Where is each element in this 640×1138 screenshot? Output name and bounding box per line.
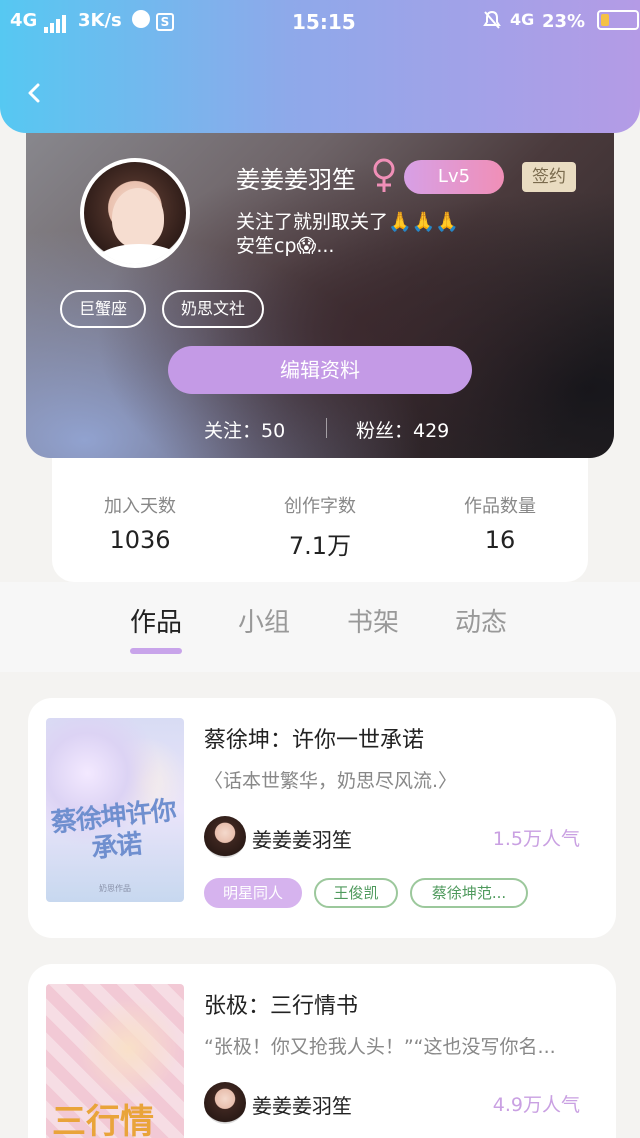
stats-card: 加入天数 1036 创作字数 7.1万 作品数量 16 bbox=[52, 440, 588, 582]
book-title[interactable]: 蔡徐坤：许你一世承诺 bbox=[204, 722, 424, 754]
author-name: 姜姜姜羽笙 bbox=[252, 828, 352, 852]
female-icon bbox=[373, 158, 395, 192]
status-bar: 4G 3K/s S 15:15 4G 23% bbox=[0, 0, 640, 44]
cover-title: 三行情书 bbox=[52, 1102, 154, 1138]
username: 姜姜姜羽笙 bbox=[236, 166, 356, 194]
battery-icon bbox=[597, 10, 640, 30]
stat-work-count: 作品数量 16 bbox=[420, 492, 580, 554]
battery-percent: 23% bbox=[542, 11, 586, 32]
top-header: 4G 3K/s S 15:15 4G 23% bbox=[0, 0, 640, 133]
tab-groups[interactable]: 小组 bbox=[238, 602, 290, 639]
stat-word-count: 创作字数 7.1万 bbox=[240, 492, 400, 561]
stat-label: 作品数量 bbox=[464, 496, 536, 517]
author-avatar bbox=[204, 1082, 246, 1124]
book-description: “张极！你又抢我人头！”“这也没写你名... bbox=[204, 1036, 556, 1058]
stat-label: 创作字数 bbox=[284, 496, 356, 517]
follow-divider bbox=[326, 418, 327, 438]
sim-icon: S bbox=[156, 10, 174, 31]
bio-line-2: 安笙cp😱... bbox=[236, 235, 335, 257]
mute-icon bbox=[482, 10, 502, 35]
cover-title: 蔡徐坤许你承诺 bbox=[49, 795, 178, 865]
browser-icon bbox=[132, 10, 151, 28]
profile-tag-club[interactable]: 奶思文社 bbox=[162, 290, 264, 328]
chevron-left-icon[interactable] bbox=[24, 82, 46, 104]
popularity: 1.5万人气 bbox=[492, 828, 580, 850]
level-badge: Lv5 bbox=[404, 160, 504, 194]
profile-tag-zodiac[interactable]: 巨蟹座 bbox=[60, 290, 146, 328]
follow-row: 关注：50 粉丝：429 bbox=[26, 410, 614, 446]
stat-label: 加入天数 bbox=[104, 496, 176, 517]
edit-profile-button[interactable]: 编辑资料 bbox=[168, 346, 472, 394]
author-avatar bbox=[204, 816, 246, 858]
profile-card: 姜姜姜羽笙 Lv5 签约 关注了就别取关了🙏🙏🙏 安笙cp😱... 巨蟹座 奶思… bbox=[26, 110, 614, 458]
book-title[interactable]: 张极：三行情书 bbox=[204, 988, 358, 1020]
popularity: 4.9万人气 bbox=[492, 1094, 580, 1116]
stat-value: 16 bbox=[484, 526, 516, 554]
book-tag[interactable]: 明星同人 bbox=[204, 878, 302, 908]
cover-brand: 奶思作品 bbox=[99, 884, 131, 893]
bio: 关注了就别取关了🙏🙏🙏 安笙cp😱... bbox=[236, 210, 536, 258]
avatar[interactable] bbox=[80, 158, 190, 268]
network-indicator: 4G bbox=[10, 10, 68, 33]
signal-icon bbox=[43, 12, 68, 33]
tab-activity[interactable]: 动态 bbox=[455, 602, 507, 639]
stat-value: 1036 bbox=[109, 526, 171, 554]
signed-badge: 签约 bbox=[522, 162, 576, 192]
book-card[interactable]: 三行情书 张极：三行情书 “张极！你又抢我人头！”“这也没写你名... 姜姜姜羽… bbox=[28, 964, 616, 1138]
followers-count[interactable]: 粉丝：429 bbox=[356, 416, 449, 443]
book-tag[interactable]: 蔡徐坤范... bbox=[410, 878, 528, 908]
book-description: 〈话本世繁华，奶思尽风流.〉 bbox=[204, 770, 458, 792]
tab-works[interactable]: 作品 bbox=[130, 602, 182, 639]
following-count[interactable]: 关注：50 bbox=[204, 416, 285, 443]
tab-indicator bbox=[130, 648, 182, 654]
book-cover[interactable]: 三行情书 bbox=[46, 984, 184, 1138]
stat-join-days: 加入天数 1036 bbox=[60, 492, 220, 554]
network-type: 4G bbox=[10, 10, 38, 31]
speed-indicator: 3K/s bbox=[78, 10, 151, 31]
book-card[interactable]: 蔡徐坤许你承诺 奶思作品 蔡徐坤：许你一世承诺 〈话本世繁华，奶思尽风流.〉 姜… bbox=[28, 698, 616, 938]
author-name: 姜姜姜羽笙 bbox=[252, 1094, 352, 1118]
clock: 15:15 bbox=[292, 10, 356, 34]
stat-value: 7.1万 bbox=[288, 532, 352, 560]
tab-bookshelf[interactable]: 书架 bbox=[347, 602, 399, 639]
battery-indicator: 23% bbox=[542, 10, 640, 32]
tab-bar: 作品 小组 书架 动态 bbox=[0, 582, 640, 672]
network-speed: 3K/s bbox=[78, 10, 122, 31]
network2-type: 4G bbox=[510, 10, 535, 29]
bio-line-1: 关注了就别取关了🙏🙏🙏 bbox=[236, 211, 459, 233]
book-cover[interactable]: 蔡徐坤许你承诺 奶思作品 bbox=[46, 718, 184, 902]
book-tag[interactable]: 王俊凯 bbox=[314, 878, 398, 908]
